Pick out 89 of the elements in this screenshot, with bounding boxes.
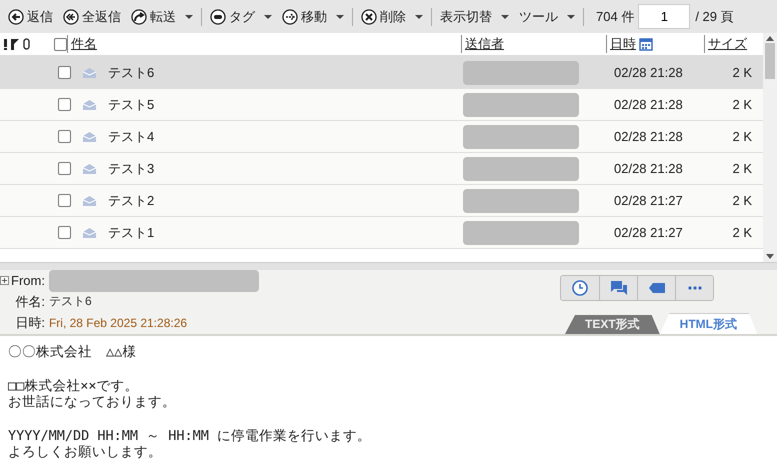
body-text: □□株式会社××です。	[8, 378, 140, 394]
row-checkbox[interactable]	[58, 162, 71, 175]
flag-icon[interactable]	[11, 38, 19, 50]
envelope-icon	[83, 100, 96, 110]
subject-text: テスト6	[108, 64, 156, 82]
chat-button[interactable]	[599, 276, 637, 300]
tag-icon	[648, 283, 664, 293]
row-checkbox[interactable]	[58, 226, 71, 239]
date-text: 02/28 21:28	[614, 65, 684, 80]
date-text: 02/28 21:28	[614, 161, 684, 176]
message-row[interactable]: テスト2 02/28 21:27 2 K	[0, 185, 763, 217]
toolbar-button[interactable]: 削除	[361, 8, 423, 26]
envelope-icon	[83, 132, 96, 142]
page-total: / 29 頁	[695, 8, 734, 26]
row-checkbox[interactable]	[58, 194, 71, 207]
toolbar-button[interactable]: 転送	[131, 8, 193, 26]
toolbar-button[interactable]: 返信	[8, 8, 53, 26]
expand-icon[interactable]	[0, 276, 9, 285]
column-header[interactable]: 件名	[67, 35, 461, 53]
body-text: YYYY/MM/DD HH:MM ～ HH:MM に停電作業を行います。	[8, 428, 372, 444]
clock-icon	[572, 280, 588, 296]
curved-arrow-icon	[131, 8, 147, 24]
tag-button[interactable]	[637, 276, 675, 300]
message-row[interactable]: テスト6 02/28 21:28 2 K	[0, 57, 763, 89]
importance-icon[interactable]	[4, 38, 7, 50]
column-header[interactable]: 日時	[610, 35, 636, 53]
format-tab[interactable]: TEXT形式	[565, 315, 660, 334]
x-icon	[361, 8, 377, 24]
caret-icon[interactable]	[264, 14, 272, 18]
body-text: お世話になっております。	[8, 394, 177, 410]
envelope-icon	[83, 164, 96, 174]
size-text: 2 K	[731, 65, 752, 80]
body-text: よろしくお願いします。	[8, 444, 163, 460]
toolbar-button[interactable]: ツール	[519, 8, 575, 26]
toolbar-button[interactable]: タグ	[210, 8, 272, 26]
size-text: 2 K	[731, 193, 752, 208]
subject-text: テスト5	[108, 96, 156, 114]
size-text: 2 K	[731, 97, 752, 112]
date-text: 02/28 21:28	[614, 97, 684, 112]
envelope-icon	[83, 196, 96, 206]
size-text: 2 K	[731, 225, 752, 240]
clock-button[interactable]	[561, 276, 599, 300]
caret-icon[interactable]	[336, 14, 344, 18]
size-text: 2 K	[731, 129, 752, 144]
field-label: 件名:	[14, 292, 45, 310]
message-row[interactable]: テスト4 02/28 21:28 2 K	[0, 121, 763, 153]
row-checkbox[interactable]	[58, 98, 71, 111]
date-text: 02/28 21:27	[614, 193, 684, 208]
row-checkbox[interactable]	[58, 66, 71, 79]
date-text: 02/28 21:28	[614, 129, 684, 144]
subject-text: テスト2	[108, 192, 156, 210]
column-header[interactable]: 送信者	[461, 35, 606, 53]
envelope-icon	[83, 228, 96, 238]
toolbar-button[interactable]: 全返信	[63, 8, 121, 26]
caret-icon[interactable]	[415, 14, 423, 18]
date-text: 02/28 21:27	[614, 225, 684, 240]
envelope-icon	[83, 68, 96, 78]
scrollbar-thumb[interactable]	[765, 43, 775, 79]
caret-icon[interactable]	[567, 14, 575, 18]
body-text: 〇〇株式会社 △△様	[8, 344, 138, 360]
more-button[interactable]	[675, 276, 713, 300]
field-label: From:	[11, 273, 45, 288]
subject-text: テスト3	[108, 160, 156, 178]
message-row[interactable]: テスト1 02/28 21:27 2 K	[0, 217, 763, 249]
message-row[interactable]: テスト3 02/28 21:28 2 K	[0, 153, 763, 185]
scrollbar[interactable]	[763, 33, 777, 262]
subject-value: テスト6	[48, 293, 93, 310]
date-value: Fri, 28 Feb 2025 21:28:26	[48, 316, 188, 330]
page-input[interactable]: 1	[638, 4, 690, 29]
chat-icon	[610, 281, 626, 295]
more-icon	[688, 286, 702, 290]
subject-text: テスト1	[108, 224, 156, 242]
caret-icon[interactable]	[185, 14, 193, 18]
size-text: 2 K	[731, 161, 752, 176]
toolbar-button[interactable]: 表示切替	[440, 8, 509, 26]
format-tab[interactable]: HTML形式	[660, 313, 757, 334]
tag-icon	[210, 8, 226, 24]
calendar-icon[interactable]	[639, 37, 653, 51]
message-row[interactable]: テスト5 02/28 21:28 2 K	[0, 89, 763, 121]
message-count: 704 件	[596, 8, 634, 26]
row-checkbox[interactable]	[58, 130, 71, 143]
subject-text: テスト4	[108, 128, 156, 146]
select-all-checkbox[interactable]	[54, 38, 67, 50]
column-header[interactable]: サイズ	[704, 35, 747, 53]
toolbar-button[interactable]: 移動	[282, 8, 344, 26]
down-arrow-icon[interactable]	[766, 254, 774, 259]
up-arrow-icon[interactable]	[766, 36, 774, 41]
caret-icon[interactable]	[501, 14, 509, 18]
field-label: 日時:	[14, 314, 45, 332]
